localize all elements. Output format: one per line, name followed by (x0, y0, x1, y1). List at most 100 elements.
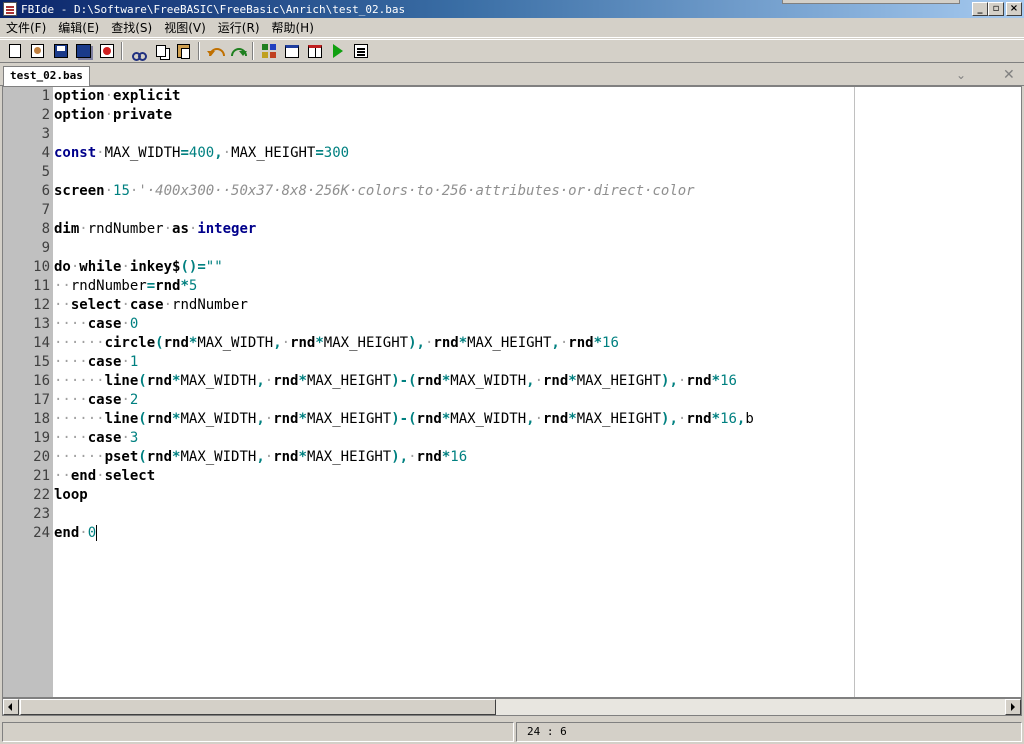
code-line[interactable]: 24 end·0 (3, 524, 1021, 543)
toolbar-separator (252, 42, 254, 60)
compile-icon (261, 44, 276, 58)
menu-help[interactable]: 帮助(H) (266, 19, 320, 36)
code-editor[interactable]: 1 option·explicit 2 option·private 3 4 const·M… (2, 86, 1022, 698)
cut-button[interactable] (126, 40, 149, 62)
code-token: as (172, 221, 189, 237)
window-split-button[interactable] (303, 40, 326, 62)
code-line[interactable]: 5 (3, 163, 1021, 182)
save-all-button[interactable] (72, 40, 95, 62)
code-token: ( (155, 335, 164, 351)
close-tab-icon[interactable]: ✕ (1003, 67, 1015, 83)
close-file-button[interactable] (95, 40, 118, 62)
code-line[interactable]: 21 ··end·select (3, 467, 1021, 486)
code-token: 1 (129, 354, 139, 370)
cursor-position: 24 : 6 (516, 722, 1022, 742)
code-line[interactable]: 20 ······pset(rnd*MAX_WIDTH,·rnd*MAX_HEIG… (3, 448, 1021, 467)
code-line[interactable]: 15 ····case·1 (3, 353, 1021, 372)
code-line[interactable]: 13 ····case·0 (3, 315, 1021, 334)
menu-view[interactable]: 视图(V) (158, 19, 212, 36)
code-line[interactable]: 17 ····case·2 (3, 391, 1021, 410)
menu-file[interactable]: 文件(F) (0, 19, 52, 36)
code-token: rnd (543, 411, 569, 427)
horizontal-scrollbar[interactable] (2, 698, 1022, 716)
code-line[interactable]: 4 const·MAX_WIDTH=400,·MAX_HEIGHT=300 (3, 144, 1021, 163)
menu-search[interactable]: 查找(S) (105, 19, 158, 36)
code-token: ······ (54, 411, 105, 427)
open-file-button[interactable] (26, 40, 49, 62)
line-number: 19 (33, 430, 50, 446)
code-token: end (70, 468, 97, 484)
code-line[interactable]: 22 loop (3, 486, 1021, 505)
code-line[interactable]: 19 ····case·3 (3, 429, 1021, 448)
line-number: 21 (33, 468, 50, 484)
code-token: MAX_WIDTH (180, 449, 257, 465)
window-controls: _ ▫ × (972, 2, 1022, 16)
save-button[interactable] (49, 40, 72, 62)
code-line[interactable]: 3 (3, 125, 1021, 144)
menu-edit[interactable]: 编辑(E) (52, 19, 105, 36)
code-token: ······ (54, 373, 105, 389)
code-token: * (441, 449, 451, 465)
new-file-icon (8, 44, 21, 58)
window-button[interactable] (280, 40, 303, 62)
code-token: ···· (54, 354, 88, 370)
code-token: rnd (273, 449, 299, 465)
console-button[interactable] (349, 40, 372, 62)
cut-icon (131, 44, 147, 61)
code-line[interactable]: 1 option·explicit (3, 87, 1021, 106)
code-line[interactable]: 9 (3, 239, 1021, 258)
code-line[interactable]: 14 ······circle(rnd*MAX_WIDTH,·rnd*MAX_HE… (3, 334, 1021, 353)
code-line[interactable]: 10 do·while·inkey$()="" (3, 258, 1021, 277)
code-line[interactable]: 18 ······line(rnd*MAX_WIDTH,·rnd*MAX_HEIG… (3, 410, 1021, 429)
code-token: ), (408, 335, 425, 351)
minimize-button[interactable]: _ (972, 2, 988, 16)
line-number: 23 (33, 506, 50, 522)
code-line[interactable]: 12 ··select·case·rndNumber (3, 296, 1021, 315)
copy-button[interactable] (149, 40, 172, 62)
line-number: 15 (33, 354, 50, 370)
code-token: ·· (54, 468, 71, 484)
code-token: rnd (416, 411, 442, 427)
code-line[interactable]: 23 (3, 505, 1021, 524)
line-number: 1 (41, 88, 50, 104)
code-token: MAX_WIDTH (104, 145, 181, 161)
code-token: case (87, 354, 122, 370)
code-line[interactable]: 8 dim·rndNumber·as·integer (3, 220, 1021, 239)
code-line[interactable]: 11 ··rndNumber=rnd*5 (3, 277, 1021, 296)
scroll-right-button[interactable] (1005, 699, 1021, 715)
code-token: case (129, 297, 164, 313)
scrollbar-thumb[interactable] (20, 699, 496, 715)
code-token: ()= (180, 259, 206, 275)
code-token: · (96, 468, 105, 484)
code-token: rnd (290, 335, 316, 351)
code-token: · (222, 145, 232, 161)
code-token: integer (197, 221, 257, 237)
chevron-down-icon[interactable]: ⌄ (956, 68, 966, 82)
code-token: 5 (188, 278, 198, 294)
maximize-button[interactable]: ▫ (988, 2, 1004, 16)
app-icon[interactable] (3, 2, 17, 16)
new-file-button[interactable] (3, 40, 26, 62)
compile-button[interactable] (257, 40, 280, 62)
code-line[interactable]: 16 ······line(rnd*MAX_WIDTH,·rnd*MAX_HEIG… (3, 372, 1021, 391)
code-token: MAX_WIDTH (197, 335, 274, 351)
code-line[interactable]: 2 option·private (3, 106, 1021, 125)
code-text: loop (54, 486, 88, 505)
menu-run[interactable]: 运行(R) (212, 19, 266, 36)
code-token: · (121, 259, 130, 275)
undo-button[interactable] (203, 40, 226, 62)
code-line[interactable]: 6 screen·15·'·400x300··50x37·8x8·256K·col… (3, 182, 1021, 201)
toolbar-separator (198, 42, 200, 60)
toolbar-separator (121, 42, 123, 60)
paste-button[interactable] (172, 40, 195, 62)
menu-bar: 文件(F) 编辑(E) 查找(S) 视图(V) 运行(R) 帮助(H) (0, 18, 1024, 38)
code-line[interactable]: 7 (3, 201, 1021, 220)
code-token: ···· (54, 316, 88, 332)
redo-button[interactable] (226, 40, 249, 62)
run-button[interactable] (326, 40, 349, 62)
undo-icon (206, 46, 225, 56)
close-button[interactable]: × (1006, 2, 1022, 16)
tab-test-02-bas[interactable]: test_02.bas (3, 66, 90, 86)
scroll-left-button[interactable] (3, 699, 19, 715)
code-token: , (256, 411, 265, 427)
